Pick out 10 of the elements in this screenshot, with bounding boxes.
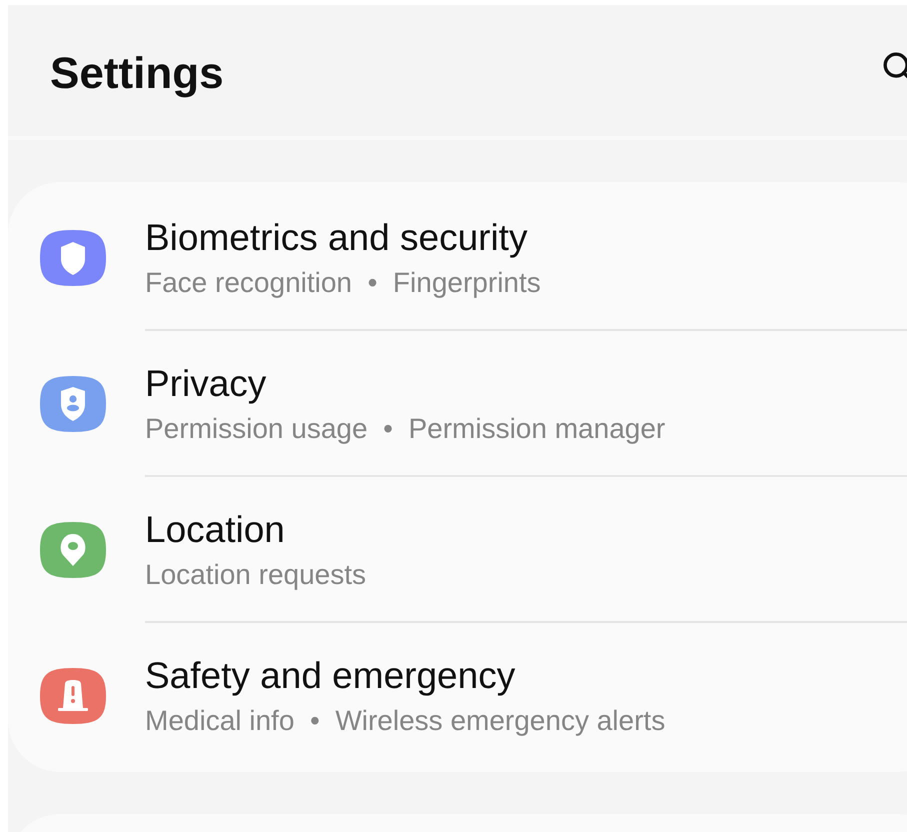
item-title: Biometrics and security: [145, 217, 528, 259]
page-title: Settings: [50, 48, 224, 99]
item-title: Privacy: [145, 363, 268, 405]
item-title: Safety and emergency: [145, 655, 516, 697]
settings-item[interactable]: Safety and emergency Medical info • Wireless emergency alerts: [8, 623, 907, 769]
item-subtitle: Medical info • Wireless emergency alerts: [145, 705, 666, 737]
item-subtitle: Permission usage • Permission manager: [145, 413, 666, 445]
item-subtitle: Location requests: [145, 559, 366, 591]
item-subtitle: Face recognition • Fingerprints: [145, 267, 541, 299]
item-title: Location: [145, 509, 286, 551]
